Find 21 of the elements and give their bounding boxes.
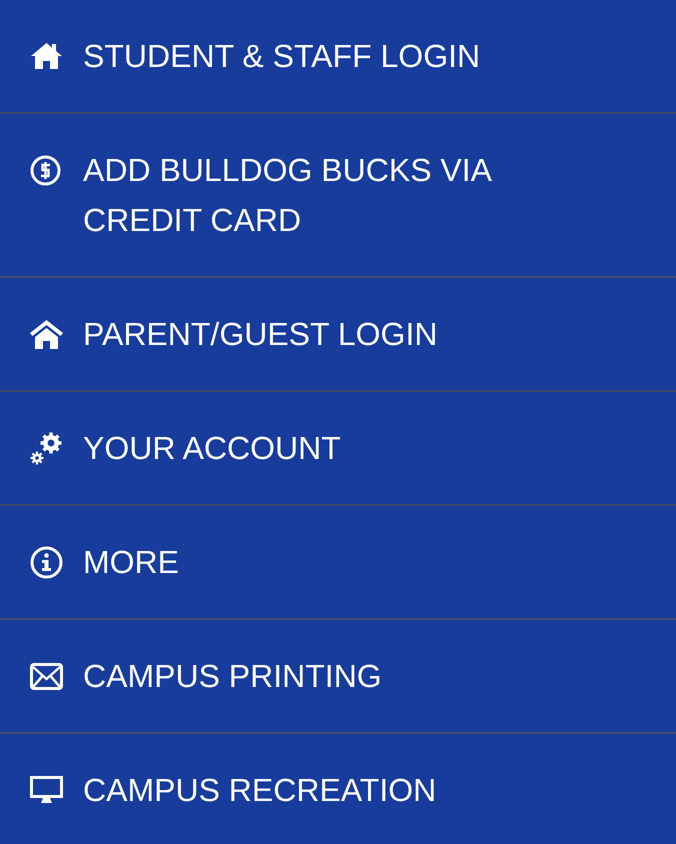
menu-item-label: CAMPUS RECREATION xyxy=(83,771,436,810)
menu-item-label: MORE xyxy=(83,543,179,582)
menu-item-label: ADD BULLDOG BUCKS VIA CREDIT CARD xyxy=(83,151,492,240)
menu-item[interactable]: CAMPUS RECREATION xyxy=(0,734,676,844)
menu-item[interactable]: MORE xyxy=(0,506,676,620)
menu-item[interactable]: STUDENT & STAFF LOGIN xyxy=(0,0,676,114)
monitor-icon xyxy=(30,776,63,804)
menu-item-label: STUDENT & STAFF LOGIN xyxy=(83,37,480,76)
menu-item[interactable]: YOUR ACCOUNT xyxy=(0,392,676,506)
gears-icon xyxy=(30,432,63,464)
menu-item-label: CAMPUS PRINTING xyxy=(83,657,382,696)
menu-item-label: PARENT/GUEST LOGIN xyxy=(83,315,438,354)
info-icon xyxy=(30,546,63,578)
dollar-icon xyxy=(30,154,61,186)
home-icon xyxy=(30,320,63,348)
menu-item[interactable]: PARENT/GUEST LOGIN xyxy=(0,278,676,392)
envelope-icon xyxy=(30,662,63,690)
menu-item[interactable]: CAMPUS PRINTING xyxy=(0,620,676,734)
menu-item[interactable]: ADD BULLDOG BUCKS VIA CREDIT CARD xyxy=(0,114,676,278)
menu-item-label: YOUR ACCOUNT xyxy=(83,429,341,468)
home-icon xyxy=(30,42,63,70)
